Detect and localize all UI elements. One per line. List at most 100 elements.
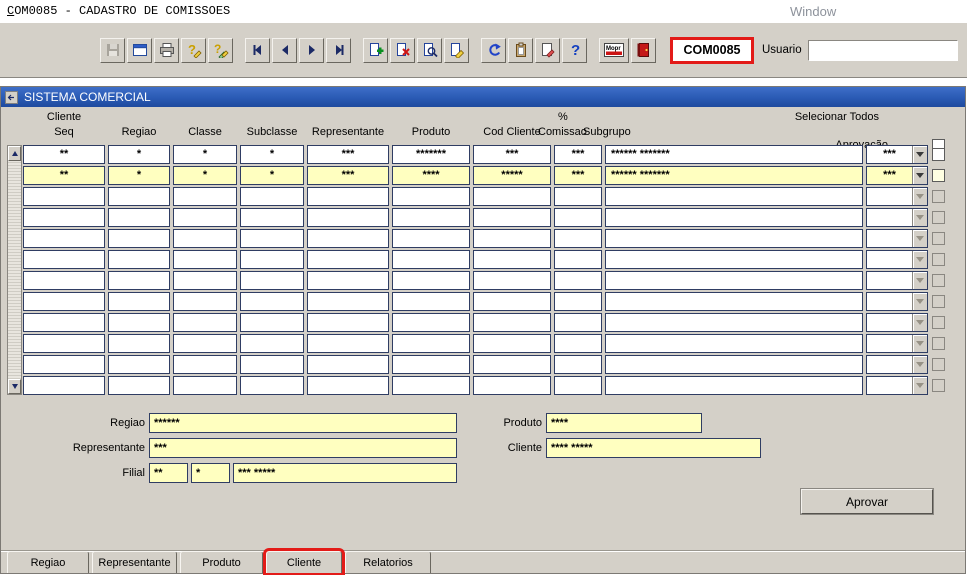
grid-cell-regiao[interactable] bbox=[108, 355, 170, 374]
grid-cell-classe[interactable] bbox=[173, 229, 237, 248]
grid-cell-seq[interactable] bbox=[23, 250, 105, 269]
grid-cell-produto[interactable] bbox=[392, 208, 470, 227]
grid-cell-classe[interactable] bbox=[173, 313, 237, 332]
filial-field-3[interactable]: *** ***** bbox=[233, 463, 457, 483]
grid-cell-classe[interactable] bbox=[173, 250, 237, 269]
grid-cell-regiao[interactable] bbox=[108, 376, 170, 395]
grid-cell-regiao[interactable]: * bbox=[108, 145, 170, 164]
grid-cell-comissao[interactable]: *** bbox=[554, 166, 602, 185]
tab-produto[interactable]: Produto bbox=[180, 551, 263, 573]
grid-cell-cod_cliente[interactable] bbox=[473, 355, 551, 374]
grid-cell-representante[interactable] bbox=[307, 355, 389, 374]
grid-cell-comissao[interactable]: *** bbox=[554, 145, 602, 164]
grid-cell-produto[interactable] bbox=[392, 250, 470, 269]
row-select-checkbox[interactable] bbox=[932, 169, 945, 182]
grid-cell-representante[interactable] bbox=[307, 250, 389, 269]
grid-cell-classe[interactable]: * bbox=[173, 145, 237, 164]
grid-cell-subgrupo[interactable] bbox=[605, 229, 863, 248]
grid-cell-cod_cliente[interactable] bbox=[473, 376, 551, 395]
grid-cell-representante[interactable]: *** bbox=[307, 145, 389, 164]
filial-field-2[interactable]: * bbox=[191, 463, 230, 483]
grid-cell-subclasse[interactable]: * bbox=[240, 145, 304, 164]
grid-cell-representante[interactable] bbox=[307, 271, 389, 290]
grid-cell-seq[interactable] bbox=[23, 229, 105, 248]
scroll-down-button[interactable] bbox=[8, 379, 21, 394]
grid-cell-comissao[interactable] bbox=[554, 250, 602, 269]
grid-cell-subgrupo[interactable] bbox=[605, 313, 863, 332]
grid-cell-subclasse[interactable] bbox=[240, 208, 304, 227]
grid-cell-produto[interactable] bbox=[392, 187, 470, 206]
save-button[interactable] bbox=[100, 38, 125, 63]
tab-representante[interactable]: Representante bbox=[92, 551, 177, 573]
grid-cell-regiao[interactable] bbox=[108, 229, 170, 248]
filial-field-1[interactable]: ** bbox=[149, 463, 188, 483]
print-button[interactable] bbox=[154, 38, 179, 63]
grid-cell-classe[interactable] bbox=[173, 376, 237, 395]
grid-cell-subgrupo[interactable]: ****** ******* bbox=[605, 145, 863, 164]
grid-cell-subgrupo[interactable] bbox=[605, 208, 863, 227]
grid-cell-representante[interactable] bbox=[307, 229, 389, 248]
grid-cell-subclasse[interactable] bbox=[240, 250, 304, 269]
grid-cell-subgrupo[interactable] bbox=[605, 271, 863, 290]
help-button[interactable]: ? bbox=[562, 38, 587, 63]
grid-cell-representante[interactable] bbox=[307, 313, 389, 332]
grid-cell-comissao[interactable] bbox=[554, 229, 602, 248]
grid-cell-comissao[interactable] bbox=[554, 313, 602, 332]
tab-cliente[interactable]: Cliente bbox=[266, 551, 342, 573]
grid-cell-subclasse[interactable] bbox=[240, 355, 304, 374]
grid-cell-produto[interactable] bbox=[392, 376, 470, 395]
grid-cell-seq[interactable] bbox=[23, 187, 105, 206]
previous-record-button[interactable] bbox=[272, 38, 297, 63]
grid-cell-seq[interactable]: ** bbox=[23, 145, 105, 164]
grid-cell-comissao[interactable] bbox=[554, 355, 602, 374]
grid-cell-seq[interactable] bbox=[23, 313, 105, 332]
grid-cell-subclasse[interactable] bbox=[240, 376, 304, 395]
window-menu[interactable]: Window bbox=[790, 4, 836, 19]
tab-relatorios[interactable]: Relatorios bbox=[345, 551, 431, 573]
grid-cell-classe[interactable] bbox=[173, 334, 237, 353]
grid-cell-produto[interactable]: ******* bbox=[392, 145, 470, 164]
exit-button[interactable] bbox=[631, 38, 656, 63]
grid-cell-seq[interactable] bbox=[23, 208, 105, 227]
next-record-button[interactable] bbox=[299, 38, 324, 63]
field-help-button[interactable]: ? bbox=[181, 38, 206, 63]
delete-record-button[interactable] bbox=[390, 38, 415, 63]
grid-cell-seq[interactable] bbox=[23, 271, 105, 290]
grid-cell-representante[interactable] bbox=[307, 208, 389, 227]
grid-cell-subgrupo[interactable] bbox=[605, 187, 863, 206]
grid-cell-cod_cliente[interactable] bbox=[473, 250, 551, 269]
grid-cell-comissao[interactable] bbox=[554, 187, 602, 206]
edit-record-button[interactable] bbox=[535, 38, 560, 63]
grid-cell-seq[interactable] bbox=[23, 376, 105, 395]
grid-cell-classe[interactable] bbox=[173, 355, 237, 374]
grid-cell-regiao[interactable] bbox=[108, 271, 170, 290]
grid-cell-produto[interactable] bbox=[392, 313, 470, 332]
grid-cell-classe[interactable] bbox=[173, 292, 237, 311]
grid-cell-aprovacao-dropdown[interactable]: *** bbox=[866, 145, 928, 164]
grid-cell-cod_cliente[interactable]: *** bbox=[473, 145, 551, 164]
grid-cell-regiao[interactable] bbox=[108, 313, 170, 332]
grid-cell-subgrupo[interactable]: ****** ******* bbox=[605, 166, 863, 185]
grid-cell-aprovacao-dropdown[interactable]: *** bbox=[866, 166, 928, 185]
grid-cell-cod_cliente[interactable] bbox=[473, 313, 551, 332]
edit-help-button[interactable]: ? bbox=[208, 38, 233, 63]
grid-cell-cod_cliente[interactable]: ***** bbox=[473, 166, 551, 185]
restore-window-button[interactable] bbox=[127, 38, 152, 63]
undo-button[interactable] bbox=[481, 38, 506, 63]
grid-cell-regiao[interactable] bbox=[108, 250, 170, 269]
grid-cell-regiao[interactable] bbox=[108, 208, 170, 227]
dropdown-arrow-button[interactable] bbox=[912, 146, 927, 163]
grid-cell-classe[interactable] bbox=[173, 187, 237, 206]
grid-cell-produto[interactable] bbox=[392, 292, 470, 311]
grid-cell-subclasse[interactable] bbox=[240, 187, 304, 206]
grid-cell-subclasse[interactable] bbox=[240, 313, 304, 332]
dropdown-arrow-button[interactable] bbox=[912, 167, 927, 184]
grid-cell-representante[interactable] bbox=[307, 187, 389, 206]
grid-cell-seq[interactable] bbox=[23, 355, 105, 374]
grid-cell-representante[interactable]: *** bbox=[307, 166, 389, 185]
usuario-input[interactable] bbox=[808, 40, 958, 61]
aprovar-button[interactable]: Aprovar bbox=[801, 489, 933, 514]
tab-regiao[interactable]: Regiao bbox=[7, 551, 89, 573]
grid-cell-classe[interactable] bbox=[173, 271, 237, 290]
grid-cell-subclasse[interactable]: * bbox=[240, 166, 304, 185]
